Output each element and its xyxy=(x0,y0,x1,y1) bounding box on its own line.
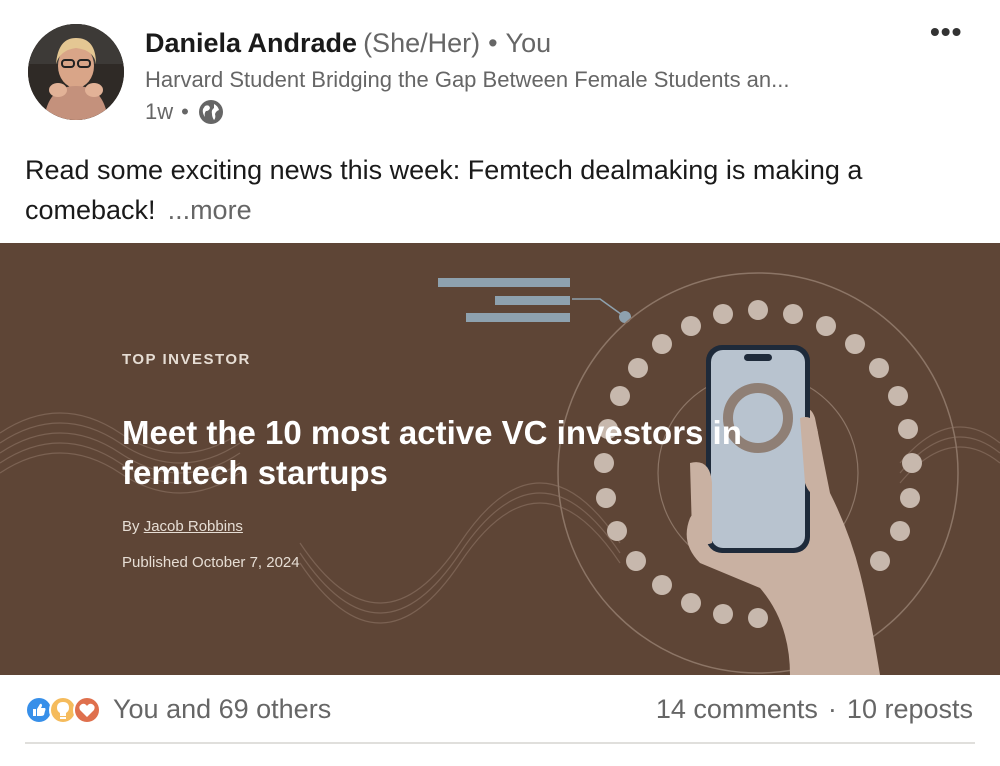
article-published-date: Published October 7, 2024 xyxy=(122,554,300,571)
avatar[interactable] xyxy=(28,24,124,120)
article-title: Meet the 10 most active VC investors in … xyxy=(122,414,742,491)
social-counts-bar: You and 69 others 14 comments · 10 repos… xyxy=(0,685,1000,735)
engagement-counts: 14 comments · 10 reposts xyxy=(656,694,973,725)
article-image[interactable]: TOP INVESTOR Meet the 10 most active VC … xyxy=(0,243,1000,675)
comments-count[interactable]: 14 comments xyxy=(656,694,818,725)
reposts-count[interactable]: 10 reposts xyxy=(847,694,973,725)
post-header: Daniela Andrade (She/Her) • You Harvard Stu… xyxy=(0,0,1000,140)
post-text: Read some exciting news this week: Femte… xyxy=(25,150,975,230)
author-headline: Harvard Student Bridging the Gap Between… xyxy=(145,67,790,92)
author-name[interactable]: Daniela Andrade xyxy=(145,28,357,58)
article-author: Jacob Robbins xyxy=(143,518,243,535)
post-time: 1w xyxy=(145,99,174,124)
globe-icon xyxy=(197,98,225,126)
post-meta: 1w • xyxy=(145,98,225,126)
article-byline: By Jacob Robbins xyxy=(122,518,243,535)
see-more-button[interactable]: ...more xyxy=(168,195,252,225)
separator-dot: • xyxy=(488,28,498,58)
reaction-icons[interactable] xyxy=(25,695,105,725)
author-line: Daniela Andrade (She/Her) • You xyxy=(145,28,551,59)
byline-prefix: By xyxy=(122,518,140,535)
author-relation: You xyxy=(505,28,552,58)
reactions-summary[interactable]: You and 69 others xyxy=(113,694,331,725)
separator-dot: • xyxy=(181,99,189,124)
divider xyxy=(25,742,975,744)
more-options-icon[interactable]: ••• xyxy=(930,18,962,46)
separator-dot: · xyxy=(827,694,837,724)
post-body: Read some exciting news this week: Femte… xyxy=(25,155,863,225)
author-pronouns: (She/Her) xyxy=(363,28,481,58)
article-eyebrow: TOP INVESTOR xyxy=(122,351,251,368)
